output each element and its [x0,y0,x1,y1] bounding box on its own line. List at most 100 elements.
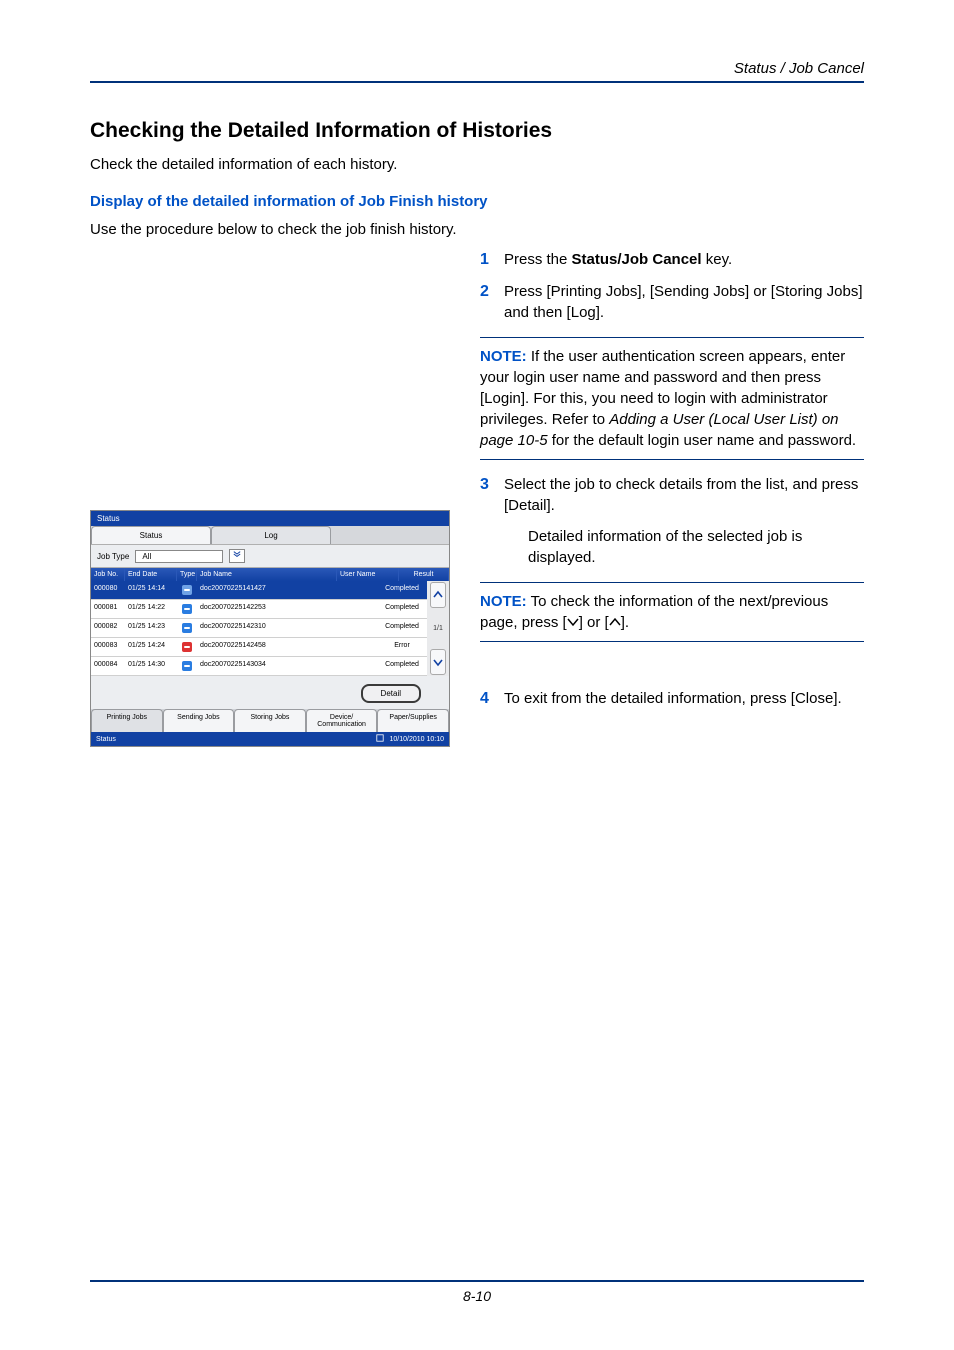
table-row[interactable]: 00008301/25 14:24 doc20070225142458 Error [91,638,427,657]
print-type-icon [182,585,192,595]
page-title: Checking the Detailed Information of His… [90,119,864,143]
cell-user [315,581,377,600]
col-end-date: End Date [125,568,177,581]
cell-job-name: doc20070225143034 [197,657,315,676]
cell-job-name: doc20070225142253 [197,600,315,619]
step-2-number: 2 [480,281,504,323]
header-section: Status / Job Cancel [90,60,864,83]
cell-type [177,657,197,676]
chevron-up-icon [609,612,621,622]
cell-end-date: 01/25 14:22 [125,600,177,619]
cell-end-date: 01/25 14:14 [125,581,177,600]
step-3-text1: Select the job to check details from the… [504,474,864,516]
col-type: Type [177,568,197,581]
col-result: Result [399,568,449,581]
cell-user [315,619,377,638]
cell-result: Completed [377,657,427,676]
step-1-suffix: key. [702,251,733,268]
footer-tab-device[interactable]: Device/ Communication [306,709,378,732]
cell-job-name: doc20070225141427 [197,581,315,600]
cell-job-name: doc20070225142458 [197,638,315,657]
step-2: 2 Press [Printing Jobs], [Sending Jobs] … [480,281,864,323]
cell-end-date: 01/25 14:23 [125,619,177,638]
step-1-body: Press the Status/Job Cancel key. [504,249,864,271]
intro-text: Check the detailed information of each h… [90,155,864,175]
jobtype-label: Job Type [97,552,129,561]
cell-result: Error [377,638,427,657]
step-4-number: 4 [480,688,504,710]
step-1: 1 Press the Status/Job Cancel key. [480,249,864,271]
cell-job-no: 000083 [91,638,125,657]
cell-result: Completed [377,600,427,619]
note-label-2: NOTE: [480,593,527,610]
step-2-body: Press [Printing Jobs], [Sending Jobs] or… [504,281,864,323]
step-3-number: 3 [480,474,504,568]
page-footer: 8-10 [90,1280,864,1304]
print-type-icon [182,642,192,652]
window-title: Status [91,511,449,526]
jobtype-dropdown[interactable]: All [135,550,223,563]
step-1-number: 1 [480,249,504,271]
footer-tab-printing[interactable]: Printing Jobs [91,709,163,732]
cell-result: Completed [377,619,427,638]
footer-tab-sending[interactable]: Sending Jobs [163,709,235,732]
cell-end-date: 01/25 14:24 [125,638,177,657]
cell-job-no: 000081 [91,600,125,619]
note-paging-t3: ]. [621,614,629,631]
print-type-icon [182,623,192,633]
footer-tab-paper[interactable]: Paper/Supplies [377,709,449,732]
step-1-prefix: Press the [504,251,572,268]
step-3-text2: Detailed information of the selected job… [528,526,864,568]
col-job-name: Job Name [197,568,337,581]
tab-spacer [331,526,449,544]
col-user: User Name [337,568,399,581]
lead-text: Use the procedure below to check the job… [90,220,864,240]
screenshot-panel: Status Status Log Job Type All Job No. E… [90,510,450,747]
cell-job-no: 000082 [91,619,125,638]
cell-user [315,657,377,676]
cell-result: Completed [377,581,427,600]
cell-user [315,600,377,619]
note-auth: NOTE: If the user authentication screen … [480,337,864,460]
table-row[interactable]: 00008101/25 14:22 doc20070225142253 Comple… [91,600,427,619]
subheading: Display of the detailed information of J… [90,193,864,210]
cell-type [177,600,197,619]
cell-job-name: doc20070225142310 [197,619,315,638]
cell-end-date: 01/25 14:30 [125,657,177,676]
dropdown-arrow-icon[interactable] [229,549,245,563]
print-type-icon [182,604,192,614]
tab-log[interactable]: Log [211,526,331,544]
note-label: NOTE: [480,348,527,365]
table-row[interactable]: 00008401/25 14:30 doc20070225143034 Comple… [91,657,427,676]
cell-type [177,619,197,638]
page-indicator: 1/1 [429,609,447,648]
scroll-down-button[interactable] [430,649,446,675]
step-4-body: To exit from the detailed information, p… [504,688,864,710]
detail-button[interactable]: Detail [361,684,421,703]
cell-job-no: 000080 [91,581,125,600]
cell-job-no: 000084 [91,657,125,676]
note-auth-text2: for the default login user name and pass… [548,432,857,449]
print-type-icon [182,661,192,671]
col-job-no: Job No. [91,568,125,581]
step-4: 4 To exit from the detailed information,… [480,688,864,710]
table-row[interactable]: 00008001/25 14:14 doc20070225141427 Comple… [91,581,427,600]
statusbar-time: 10/10/2010 10:10 [390,736,445,743]
cell-type [177,638,197,657]
table-header: Job No. End Date Type Job Name User Name… [91,568,449,581]
tab-status[interactable]: Status [91,526,211,544]
scroll-up-button[interactable] [430,582,446,608]
chevron-down-icon [567,612,579,622]
note-paging: NOTE: To check the information of the ne… [480,582,864,642]
footer-tab-storing[interactable]: Storing Jobs [234,709,306,732]
note-paging-t2: ] or [ [579,614,609,631]
step-1-bold: Status/Job Cancel [572,251,702,268]
statusbar-label: Status [96,736,116,743]
cell-user [315,638,377,657]
note-paging-t1: To check the information of the next/pre… [480,593,828,631]
cell-type [177,581,197,600]
table-body: 00008001/25 14:14 doc20070225141427 Comple… [91,581,427,676]
table-row[interactable]: 00008201/25 14:23 doc20070225142310 Comple… [91,619,427,638]
statusbar-icon [376,734,384,744]
step-3: 3 Select the job to check details from t… [480,474,864,568]
